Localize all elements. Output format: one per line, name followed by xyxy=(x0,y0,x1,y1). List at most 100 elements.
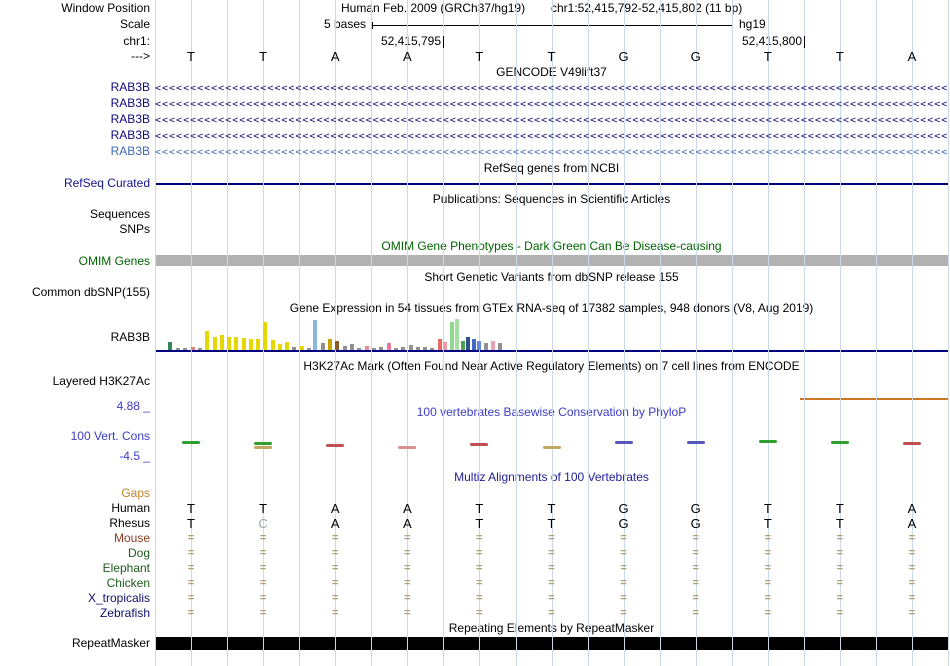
gtex-expression-bar[interactable] xyxy=(365,346,369,350)
gencode-transcript-line[interactable]: <<<<<<<<<<<<<<<<<<<<<<<<<<<<<<<<<<<<<<<<… xyxy=(155,97,948,112)
multiz-species-label[interactable]: Dog xyxy=(0,547,150,560)
gtex-expression-bar[interactable] xyxy=(176,348,180,350)
conservation-label[interactable]: 100 Vert. Cons xyxy=(0,430,150,443)
scale-value: 5 bases xyxy=(323,17,366,31)
conservation-mark[interactable] xyxy=(326,444,345,447)
multiz-species-label[interactable]: Elephant xyxy=(0,562,150,575)
gaps-label[interactable]: Gaps xyxy=(0,487,150,500)
alignment-gap-mark: = xyxy=(620,577,627,589)
repeatmasker-label[interactable]: RepeatMasker xyxy=(0,637,150,650)
gtex-expression-bar[interactable] xyxy=(285,342,289,350)
gtex-expression-bar[interactable] xyxy=(438,339,442,350)
gtex-expression-bar[interactable] xyxy=(416,347,420,350)
gtex-expression-bar[interactable] xyxy=(321,343,325,350)
gtex-expression-bar[interactable] xyxy=(372,348,376,350)
gtex-expression-bar[interactable] xyxy=(213,337,217,350)
gtex-expression-bar[interactable] xyxy=(183,348,187,350)
conservation-mark[interactable] xyxy=(903,442,921,445)
gtex-expression-bar[interactable] xyxy=(498,343,502,350)
conservation-mark[interactable] xyxy=(470,443,489,446)
gtex-expression-bar[interactable] xyxy=(394,348,398,350)
gtex-expression-bar[interactable] xyxy=(423,347,427,350)
gtex-expression-bar[interactable] xyxy=(234,337,238,350)
gtex-expression-bar[interactable] xyxy=(242,338,246,350)
gtex-expression-bar[interactable] xyxy=(220,335,224,350)
multiz-species-label[interactable]: Human xyxy=(0,502,150,515)
gencode-transcript-line[interactable]: <<<<<<<<<<<<<<<<<<<<<<<<<<<<<<<<<<<<<<<<… xyxy=(155,145,948,160)
conservation-mark[interactable] xyxy=(254,442,273,445)
gtex-expression-bar[interactable] xyxy=(357,348,361,350)
conservation-mark[interactable] xyxy=(182,441,200,444)
gtex-expression-bar[interactable] xyxy=(430,348,434,350)
h3k27ac-label[interactable]: Layered H3K27Ac xyxy=(0,375,150,388)
gtex-gene-label[interactable]: RAB3B xyxy=(0,331,150,344)
multiz-species-label[interactable]: Rhesus xyxy=(0,517,150,530)
gtex-expression-bar[interactable] xyxy=(335,341,339,350)
h3k27ac-signal[interactable] xyxy=(800,398,948,400)
alignment-gap-mark: = xyxy=(187,592,195,604)
conservation-mark[interactable] xyxy=(830,441,849,444)
gtex-expression-bar[interactable] xyxy=(227,337,231,350)
gtex-expression-bar[interactable] xyxy=(466,337,470,350)
conservation-mark[interactable] xyxy=(254,446,273,449)
multiz-species-label[interactable]: X_tropicalis xyxy=(0,592,150,605)
gtex-expression-bar[interactable] xyxy=(350,344,354,350)
alignment-base: T xyxy=(835,501,844,516)
conservation-mark[interactable] xyxy=(614,441,633,444)
gtex-expression-bar[interactable] xyxy=(271,340,275,350)
conservation-mark[interactable] xyxy=(686,441,705,444)
refseq-curated-label[interactable]: RefSeq Curated xyxy=(0,177,150,190)
gtex-expression-bar[interactable] xyxy=(205,331,209,350)
gtex-expression-bar[interactable] xyxy=(484,343,488,350)
conservation-mark[interactable] xyxy=(758,440,777,443)
alignment-gap-mark: = xyxy=(836,592,844,604)
gtex-expression-bar[interactable] xyxy=(450,322,454,350)
ruler-base: T xyxy=(835,49,844,64)
alignment-gap-mark: = xyxy=(331,562,339,574)
gtex-expression-bar[interactable] xyxy=(455,319,459,350)
multiz-species-label[interactable]: Zebrafish xyxy=(0,607,150,620)
gtex-expression-bar[interactable] xyxy=(477,341,481,350)
gtex-expression-bar[interactable] xyxy=(313,320,317,350)
gtex-expression-bar[interactable] xyxy=(292,347,296,350)
scale-label: Scale xyxy=(119,17,150,31)
snps-label[interactable]: SNPs xyxy=(0,223,150,236)
gtex-expression-bar[interactable] xyxy=(409,345,413,350)
conservation-mark[interactable] xyxy=(542,446,561,449)
gencode-item-label[interactable]: RAB3B xyxy=(0,97,150,110)
ruler-base: T xyxy=(187,49,195,64)
gtex-expression-bar[interactable] xyxy=(168,342,172,350)
gtex-expression-bar[interactable] xyxy=(491,341,495,350)
gtex-expression-bar[interactable] xyxy=(379,347,383,350)
gtex-expression-bar[interactable] xyxy=(256,339,260,350)
gencode-item-label[interactable]: RAB3B xyxy=(0,81,150,94)
gtex-expression-bar[interactable] xyxy=(401,347,405,350)
gencode-item-label[interactable]: RAB3B xyxy=(0,129,150,142)
multiz-species-label[interactable]: Mouse xyxy=(0,532,150,545)
gtex-expression-bar[interactable] xyxy=(249,339,253,350)
conservation-mark[interactable] xyxy=(398,446,417,449)
omim-genes-label[interactable]: OMIM Genes xyxy=(0,255,150,268)
gencode-transcript-line[interactable]: <<<<<<<<<<<<<<<<<<<<<<<<<<<<<<<<<<<<<<<<… xyxy=(155,81,948,96)
gtex-expression-bar[interactable] xyxy=(443,342,447,350)
gtex-expression-bar[interactable] xyxy=(472,339,476,350)
gencode-item-label[interactable]: RAB3B xyxy=(0,113,150,126)
gtex-expression-bar[interactable] xyxy=(300,346,304,350)
gtex-expression-bar[interactable] xyxy=(263,322,267,350)
gtex-expression-bar[interactable] xyxy=(191,347,195,350)
dbsnp-label[interactable]: Common dbSNP(155) xyxy=(0,286,150,299)
gtex-expression-bar[interactable] xyxy=(461,341,465,350)
gtex-expression-bar[interactable] xyxy=(198,348,202,350)
sequences-label[interactable]: Sequences xyxy=(0,208,150,221)
multiz-species-label[interactable]: Chicken xyxy=(0,577,150,590)
gtex-expression-bar[interactable] xyxy=(343,346,347,350)
gtex-expression-bar[interactable] xyxy=(328,339,332,350)
gtex-expression-bar[interactable] xyxy=(278,344,282,350)
gtex-expression-bar[interactable] xyxy=(387,343,391,350)
gtex-expression-bar[interactable] xyxy=(307,348,311,350)
gencode-item-label[interactable]: RAB3B xyxy=(0,145,150,158)
alignment-gap-mark: = xyxy=(836,607,844,619)
alignment-gap-mark: = xyxy=(259,532,267,544)
gencode-transcript-line[interactable]: <<<<<<<<<<<<<<<<<<<<<<<<<<<<<<<<<<<<<<<<… xyxy=(155,113,948,128)
gencode-transcript-line[interactable]: <<<<<<<<<<<<<<<<<<<<<<<<<<<<<<<<<<<<<<<<… xyxy=(155,129,948,144)
